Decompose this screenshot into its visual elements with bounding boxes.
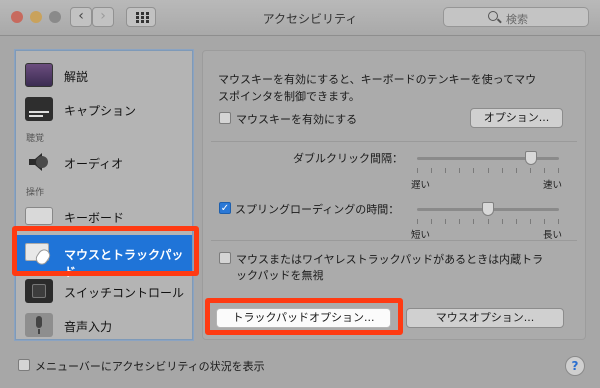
search-placeholder: 検索	[506, 13, 528, 26]
help-button[interactable]: ?	[565, 356, 585, 376]
spring-loading-checkbox[interactable]: ✓	[219, 202, 231, 214]
ignore-trackpad-label-line2: ックパッドを無視	[236, 269, 324, 282]
sidebar-item-dictation[interactable]: 音声入力	[16, 307, 192, 339]
window-title: アクセシビリティ	[262, 12, 358, 26]
minimize-window-button[interactable]	[30, 11, 42, 23]
ignore-trackpad-checkbox[interactable]	[219, 252, 231, 264]
separator	[211, 141, 577, 142]
sidebar-item-label: 音声入力	[64, 320, 113, 334]
mousekeys-checkbox-label: マウスキーを有効にする	[236, 113, 358, 126]
highlight-box-sidebar	[12, 226, 199, 276]
double-click-min-label: 遅い	[411, 180, 431, 191]
separator	[211, 240, 577, 241]
keyboard-icon	[25, 207, 53, 225]
sidebar-item-display[interactable]: 解説	[16, 57, 192, 93]
sidebar-item-captions[interactable]: キャプション	[16, 91, 192, 127]
show-all-button[interactable]	[126, 7, 156, 27]
double-click-ticks	[417, 168, 559, 173]
mouse-options-button[interactable]: マウスオプション...	[406, 308, 564, 328]
spring-loading-label: スプリングローディングの時間：	[235, 203, 400, 216]
category-hearing: 聴覚	[26, 134, 45, 144]
sidebar-item-label: キャプション	[64, 104, 137, 118]
speaker-icon	[25, 150, 53, 174]
sidebar-item-label: スイッチコントロール	[64, 286, 185, 300]
settings-panel: マウスキーを有効にすると、キーボードのテンキーを使ってマウ スポインタを制御でき…	[202, 50, 586, 340]
highlight-box-trackpad-options	[205, 298, 403, 335]
close-window-button[interactable]	[11, 11, 23, 23]
sidebar-item-label: 解説	[64, 70, 89, 84]
spring-loading-min-label: 短い	[411, 230, 431, 241]
double-click-slider-knob[interactable]	[524, 151, 537, 165]
spring-loading-max-label: 長い	[543, 230, 563, 241]
mousekeys-options-button[interactable]: オプション...	[470, 108, 563, 128]
sidebar-item-label: キーボード	[64, 211, 125, 225]
menubar-status-label: メニューバーにアクセシビリティの状況を表示	[35, 360, 265, 373]
double-click-max-label: 速い	[543, 180, 563, 191]
zoom-window-button[interactable]	[49, 11, 61, 23]
spring-loading-slider-knob[interactable]	[482, 202, 494, 216]
search-icon	[488, 11, 498, 21]
preferences-window: ‹ › アクセシビリティ 検索 解説 キャプション 聴覚 オーディオ 操作 キー…	[0, 0, 600, 388]
sidebar-item-label: オーディオ	[64, 157, 124, 171]
spring-loading-ticks	[417, 219, 559, 224]
microphone-icon	[25, 313, 53, 337]
display-icon	[25, 63, 53, 87]
mousekeys-checkbox[interactable]	[219, 112, 231, 124]
forward-button[interactable]: ›	[92, 7, 114, 27]
caption-icon	[25, 97, 53, 121]
switch-control-icon	[25, 279, 53, 303]
category-interaction: 操作	[26, 188, 45, 198]
mousekeys-description-line2: スポインタを制御できます。	[218, 90, 360, 103]
ignore-trackpad-label-line1: マウスまたはワイヤレストラックパッドがあるときは内蔵トラ	[236, 253, 544, 266]
title-bar: ‹ › アクセシビリティ 検索	[0, 0, 600, 36]
sidebar-item-switch-control[interactable]: スイッチコントロール	[16, 273, 192, 309]
double-click-label: ダブルクリック間隔：	[293, 152, 403, 165]
search-field[interactable]: 検索	[443, 7, 589, 27]
mousekeys-description-line1: マウスキーを有効にすると、キーボードのテンキーを使ってマウ	[218, 73, 537, 86]
double-click-slider[interactable]	[417, 157, 559, 160]
menubar-status-checkbox[interactable]	[18, 359, 30, 371]
sidebar-item-audio[interactable]: オーディオ	[16, 144, 192, 180]
back-button[interactable]: ‹	[70, 7, 92, 27]
category-sidebar[interactable]: 解説 キャプション 聴覚 オーディオ 操作 キーボード マウスとトラックパッド …	[15, 50, 193, 340]
